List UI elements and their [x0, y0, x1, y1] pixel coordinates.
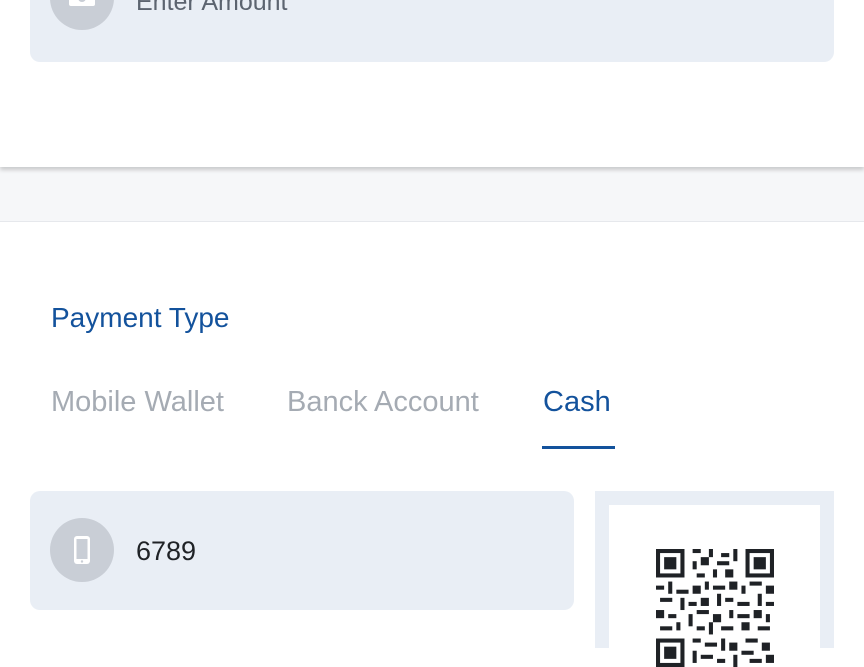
tab-bank-account[interactable]: Banck Account [287, 386, 479, 419]
amount-card: Enter Amount [0, 0, 864, 167]
payment-type-title: Payment Type [51, 302, 230, 333]
amount-input[interactable]: Enter Amount [30, 0, 834, 62]
amount-placeholder: Enter Amount [136, 0, 288, 16]
phone-value: 6789 [136, 536, 197, 566]
qr-box[interactable] [609, 505, 820, 667]
section-divider [0, 167, 864, 222]
qr-panel [595, 491, 834, 667]
tab-mobile-wallet[interactable]: Mobile Wallet [51, 386, 224, 419]
active-tab-indicator [542, 446, 615, 449]
qr-code-icon [656, 549, 774, 667]
phone-input[interactable]: 6789 [30, 491, 574, 610]
phone-icon [50, 518, 114, 582]
tab-cash[interactable]: Cash [543, 386, 611, 419]
payment-type-tabs: Mobile Wallet Banck Account Cash [0, 386, 864, 452]
cash-icon [50, 0, 114, 30]
